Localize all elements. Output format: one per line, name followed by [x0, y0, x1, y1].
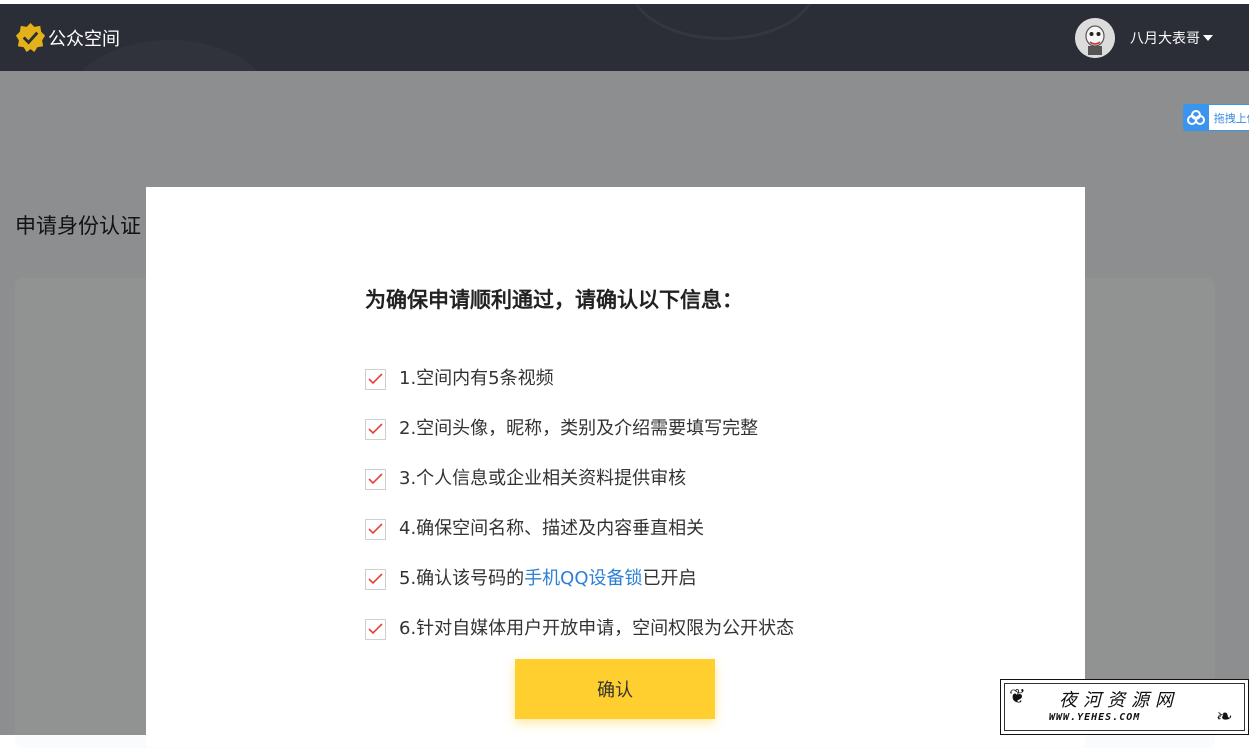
list-item-label: 5.确认该号码的手机QQ设备锁已开启	[399, 564, 697, 590]
app-logo[interactable]: 公众空间	[15, 22, 120, 53]
drag-upload-label: 拖拽上传	[1213, 111, 1249, 125]
list-item: 4.确保空间名称、描述及内容垂直相关	[365, 502, 794, 552]
user-name[interactable]: 八月大表哥	[1130, 28, 1200, 48]
badge-check-icon	[15, 22, 46, 53]
list-item-prefix: 5.确认该号码的	[399, 568, 525, 589]
check-icon	[368, 373, 383, 385]
list-item: 2.空间头像，昵称，类别及介绍需要填写完整	[365, 402, 794, 452]
user-avatar-icon	[1075, 18, 1115, 58]
watermark: ❦ ❧ 夜河资源网 WWW.YEHES.COM	[1000, 679, 1249, 735]
top-navigation-bar: 公众空间 八月大表哥	[0, 4, 1249, 71]
list-item-suffix: 已开启	[642, 568, 697, 589]
list-item-label: 1.空间内有5条视频	[399, 368, 554, 389]
checkbox[interactable]	[365, 568, 386, 590]
ornament-icon: ❧	[1216, 704, 1233, 728]
user-menu[interactable]: 八月大表哥	[1075, 18, 1213, 58]
check-icon	[368, 523, 383, 535]
watermark-title: 夜河资源网	[1059, 690, 1179, 711]
list-item-label: 6.针对自媒体用户开放申请，空间权限为公开状态	[399, 618, 795, 639]
list-item: 6.针对自媒体用户开放申请，空间权限为公开状态	[365, 602, 794, 652]
cloud-icon	[1184, 105, 1209, 130]
checkbox[interactable]	[365, 418, 386, 440]
checkbox[interactable]	[365, 468, 386, 490]
check-icon	[368, 623, 383, 635]
list-item-label: 4.确保空间名称、描述及内容垂直相关	[399, 518, 705, 539]
list-item: 1.空间内有5条视频	[365, 352, 794, 402]
watermark-url: WWW.YEHES.COM	[1049, 712, 1141, 723]
check-icon	[368, 573, 383, 585]
checkbox[interactable]	[365, 518, 386, 540]
confirm-dialog: 为确保申请顺利通过，请确认以下信息： 1.空间内有5条视频 2.空间头像，昵称，…	[146, 187, 1085, 747]
check-icon	[368, 473, 383, 485]
list-item-label: 3.个人信息或企业相关资料提供审核	[399, 468, 687, 489]
list-item-label: 2.空间头像，昵称，类别及介绍需要填写完整	[399, 418, 759, 439]
app-name: 公众空间	[48, 28, 120, 50]
checkbox[interactable]	[365, 618, 386, 640]
chevron-down-icon[interactable]	[1203, 35, 1213, 41]
ornament-icon: ❦	[1009, 684, 1026, 708]
header-decoration	[630, 4, 816, 40]
drag-upload-widget[interactable]: 拖拽上传	[1183, 104, 1249, 131]
dialog-title: 为确保申请顺利通过，请确认以下信息：	[365, 288, 743, 312]
avatar[interactable]	[1075, 18, 1115, 58]
checkbox[interactable]	[365, 368, 386, 390]
check-icon	[368, 423, 383, 435]
list-item: 5.确认该号码的手机QQ设备锁已开启	[365, 552, 794, 602]
list-item: 3.个人信息或企业相关资料提供审核	[365, 452, 794, 502]
confirm-button[interactable]: 确认	[515, 659, 715, 719]
device-lock-link[interactable]: 手机QQ设备锁	[524, 568, 642, 589]
requirement-list: 1.空间内有5条视频 2.空间头像，昵称，类别及介绍需要填写完整 3.个人信息或…	[365, 352, 794, 652]
